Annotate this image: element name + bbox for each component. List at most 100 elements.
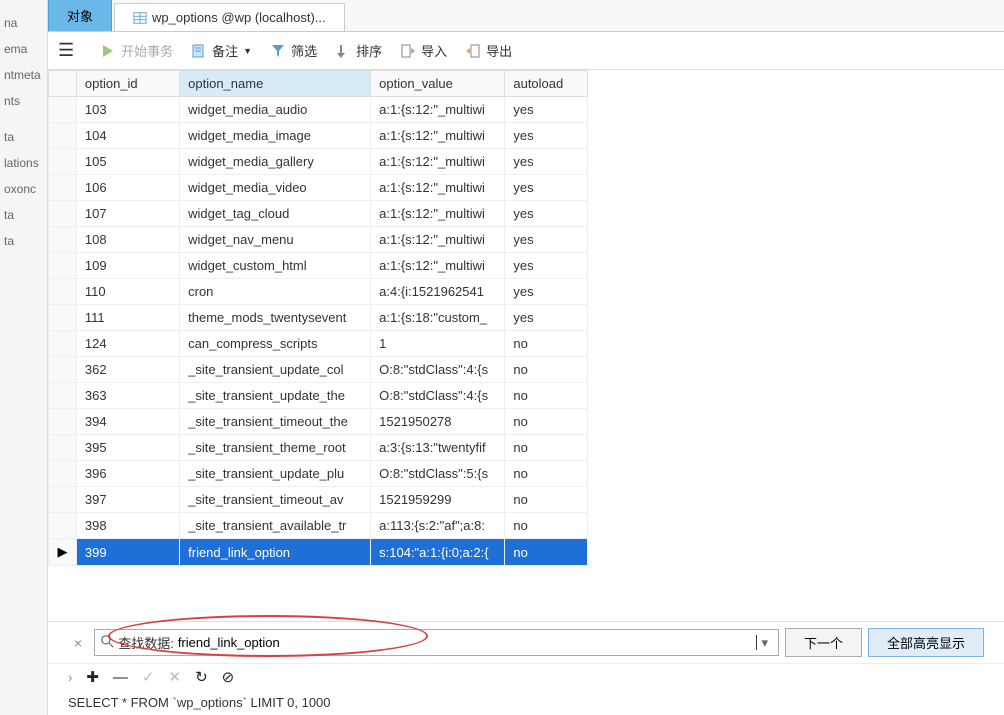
cell-autoload[interactable]: yes: [505, 97, 588, 123]
cell-autoload[interactable]: no: [505, 357, 588, 383]
cell-option_value[interactable]: O:8:"stdClass":5:{s: [371, 461, 505, 487]
cell-option_name[interactable]: widget_tag_cloud: [180, 201, 371, 227]
cell-option_id[interactable]: 109: [76, 253, 179, 279]
cell-option_value[interactable]: a:1:{s:12:"_multiwi: [371, 149, 505, 175]
remove-icon[interactable]: —: [113, 669, 128, 686]
menu-icon[interactable]: ☰: [58, 40, 74, 61]
table-row[interactable]: 103widget_media_audioa:1:{s:12:"_multiwi…: [49, 97, 588, 123]
table-area[interactable]: option_id option_name option_value autol…: [48, 70, 1004, 621]
chevron-right-icon[interactable]: ›: [68, 670, 72, 685]
cell-option_name[interactable]: _site_transient_theme_root: [180, 435, 371, 461]
table-row[interactable]: 107widget_tag_clouda:1:{s:12:"_multiwiye…: [49, 201, 588, 227]
cell-option_name[interactable]: _site_transient_timeout_av: [180, 487, 371, 513]
cell-option_name[interactable]: widget_media_image: [180, 123, 371, 149]
cell-option_id[interactable]: 396: [76, 461, 179, 487]
sidebar-item[interactable]: oxonc: [0, 176, 47, 202]
cell-autoload[interactable]: no: [505, 461, 588, 487]
cell-option_value[interactable]: O:8:"stdClass":4:{s: [371, 383, 505, 409]
cell-option_id[interactable]: 105: [76, 149, 179, 175]
cell-autoload[interactable]: yes: [505, 253, 588, 279]
add-icon[interactable]: ✚: [86, 668, 99, 686]
cell-option_name[interactable]: theme_mods_twentysevent: [180, 305, 371, 331]
cell-option_id[interactable]: 111: [76, 305, 179, 331]
cell-option_value[interactable]: a:1:{s:12:"_multiwi: [371, 253, 505, 279]
cell-autoload[interactable]: yes: [505, 149, 588, 175]
cell-option_id[interactable]: 395: [76, 435, 179, 461]
cell-option_name[interactable]: widget_nav_menu: [180, 227, 371, 253]
cell-option_value[interactable]: a:4:{i:1521962541: [371, 279, 505, 305]
next-button[interactable]: 下一个: [785, 628, 862, 657]
column-header-option-name[interactable]: option_name: [180, 71, 371, 97]
cell-option_name[interactable]: _site_transient_update_plu: [180, 461, 371, 487]
filter-button[interactable]: 筛选: [270, 41, 317, 60]
cell-autoload[interactable]: no: [505, 331, 588, 357]
highlight-all-button[interactable]: 全部高亮显示: [868, 628, 984, 657]
cancel-icon[interactable]: ✕: [169, 668, 182, 686]
cell-option_id[interactable]: 124: [76, 331, 179, 357]
table-row[interactable]: 109widget_custom_htmla:1:{s:12:"_multiwi…: [49, 253, 588, 279]
cell-option_value[interactable]: a:1:{s:12:"_multiwi: [371, 123, 505, 149]
note-button[interactable]: 备注 ▼: [191, 41, 252, 60]
sidebar-item[interactable]: ta: [0, 124, 47, 150]
cell-option_id[interactable]: 108: [76, 227, 179, 253]
table-row[interactable]: 398_site_transient_available_tra:113:{s:…: [49, 513, 588, 539]
cell-option_value[interactable]: a:1:{s:12:"_multiwi: [371, 175, 505, 201]
cell-option_value[interactable]: 1521950278: [371, 409, 505, 435]
cell-option_value[interactable]: s:104:"a:1:{i:0;a:2:{: [371, 539, 505, 566]
sidebar-item[interactable]: na: [0, 10, 47, 36]
cell-option_value[interactable]: O:8:"stdClass":4:{s: [371, 357, 505, 383]
table-row[interactable]: 394_site_transient_timeout_the1521950278…: [49, 409, 588, 435]
table-row[interactable]: 363_site_transient_update_theO:8:"stdCla…: [49, 383, 588, 409]
cell-option_id[interactable]: 110: [76, 279, 179, 305]
table-row[interactable]: 104widget_media_imagea:1:{s:12:"_multiwi…: [49, 123, 588, 149]
table-row[interactable]: 362_site_transient_update_colO:8:"stdCla…: [49, 357, 588, 383]
cell-autoload[interactable]: yes: [505, 123, 588, 149]
cell-autoload[interactable]: no: [505, 487, 588, 513]
import-button[interactable]: 导入: [400, 41, 447, 60]
table-row[interactable]: 105widget_media_gallerya:1:{s:12:"_multi…: [49, 149, 588, 175]
cell-option_id[interactable]: 362: [76, 357, 179, 383]
sidebar-item[interactable]: ta: [0, 202, 47, 228]
cell-autoload[interactable]: yes: [505, 279, 588, 305]
cell-option_name[interactable]: can_compress_scripts: [180, 331, 371, 357]
table-row[interactable]: 396_site_transient_update_pluO:8:"stdCla…: [49, 461, 588, 487]
refresh-icon[interactable]: ↻: [195, 668, 208, 686]
cell-option_value[interactable]: a:1:{s:12:"_multiwi: [371, 201, 505, 227]
search-input[interactable]: [178, 635, 759, 650]
sidebar-item[interactable]: nts: [0, 88, 47, 114]
cell-option_value[interactable]: a:1:{s:18:"custom_: [371, 305, 505, 331]
cell-option_name[interactable]: _site_transient_available_tr: [180, 513, 371, 539]
check-icon[interactable]: ✓: [142, 668, 155, 686]
table-row[interactable]: 124can_compress_scripts1no: [49, 331, 588, 357]
cell-option_value[interactable]: a:1:{s:12:"_multiwi: [371, 227, 505, 253]
cell-option_name[interactable]: widget_media_gallery: [180, 149, 371, 175]
cell-option_name[interactable]: cron: [180, 279, 371, 305]
cell-option_id[interactable]: 106: [76, 175, 179, 201]
cell-autoload[interactable]: no: [505, 435, 588, 461]
cell-autoload[interactable]: yes: [505, 305, 588, 331]
stop-icon[interactable]: ⊘: [222, 668, 235, 686]
cell-autoload[interactable]: no: [505, 383, 588, 409]
cell-option_id[interactable]: 104: [76, 123, 179, 149]
cell-option_id[interactable]: 363: [76, 383, 179, 409]
begin-transaction-button[interactable]: 开始事务: [100, 41, 173, 60]
cell-option_id[interactable]: 399: [76, 539, 179, 566]
table-row[interactable]: ▶399friend_link_options:104:"a:1:{i:0;a:…: [49, 539, 588, 566]
cell-autoload[interactable]: yes: [505, 227, 588, 253]
cell-autoload[interactable]: no: [505, 409, 588, 435]
table-row[interactable]: 397_site_transient_timeout_av1521959299n…: [49, 487, 588, 513]
table-row[interactable]: 111theme_mods_twentyseventa:1:{s:18:"cus…: [49, 305, 588, 331]
cell-option_id[interactable]: 107: [76, 201, 179, 227]
export-button[interactable]: 导出: [465, 41, 512, 60]
cell-option_name[interactable]: widget_media_video: [180, 175, 371, 201]
cell-autoload[interactable]: yes: [505, 175, 588, 201]
table-row[interactable]: 108widget_nav_menua:1:{s:12:"_multiwiyes: [49, 227, 588, 253]
cell-option_value[interactable]: 1: [371, 331, 505, 357]
cell-option_value[interactable]: a:113:{s:2:"af";a:8:: [371, 513, 505, 539]
cell-option_value[interactable]: a:3:{s:13:"twentyfif: [371, 435, 505, 461]
cell-option_name[interactable]: friend_link_option: [180, 539, 371, 566]
cell-option_id[interactable]: 398: [76, 513, 179, 539]
sidebar-item[interactable]: ntmeta: [0, 62, 47, 88]
sidebar-item[interactable]: ema: [0, 36, 47, 62]
cell-option_value[interactable]: a:1:{s:12:"_multiwi: [371, 97, 505, 123]
